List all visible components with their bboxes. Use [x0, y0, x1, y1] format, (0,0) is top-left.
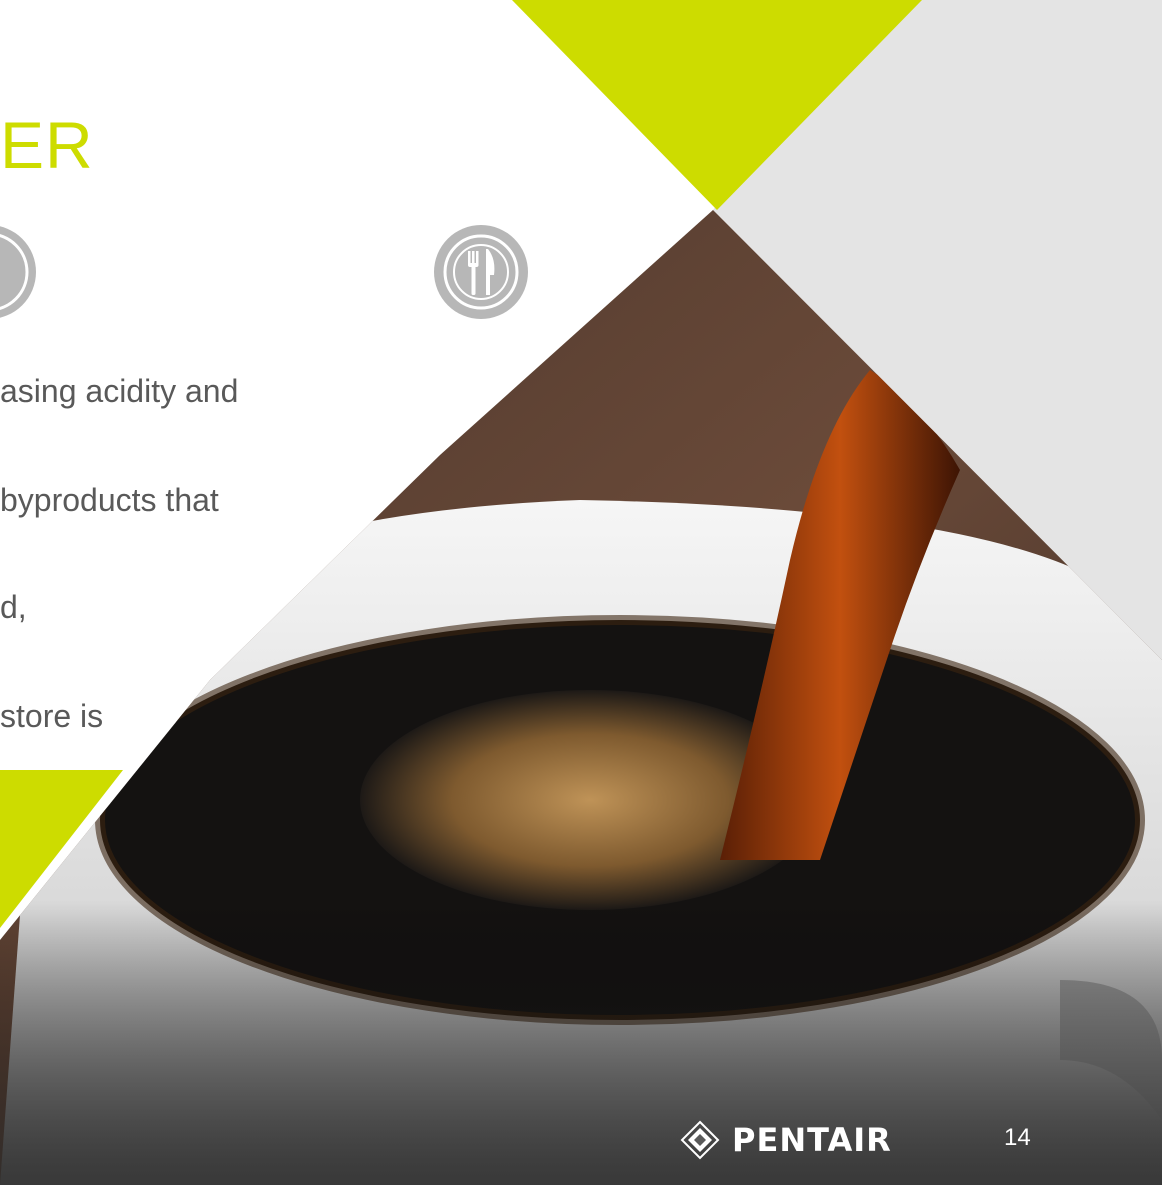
slide: ER asing acidity and byproducts that d, … — [0, 0, 1162, 1185]
bullet-text-4: store is — [0, 698, 104, 734]
pentair-mark-icon — [680, 1120, 720, 1160]
page-number: 14 — [1004, 1124, 1031, 1151]
bullet-text-3: d, — [0, 589, 27, 625]
pentair-logo: PENTAIR — [680, 1118, 892, 1162]
slide-title: ER — [0, 108, 94, 182]
background-art — [0, 0, 1162, 1185]
partial-round-icon — [0, 225, 36, 319]
dining-icon — [434, 225, 528, 319]
bullet-text-1: asing acidity and — [0, 373, 239, 409]
logo-wordmark: PENTAIR — [732, 1121, 892, 1159]
bullet-text-2: byproducts that — [0, 482, 219, 518]
